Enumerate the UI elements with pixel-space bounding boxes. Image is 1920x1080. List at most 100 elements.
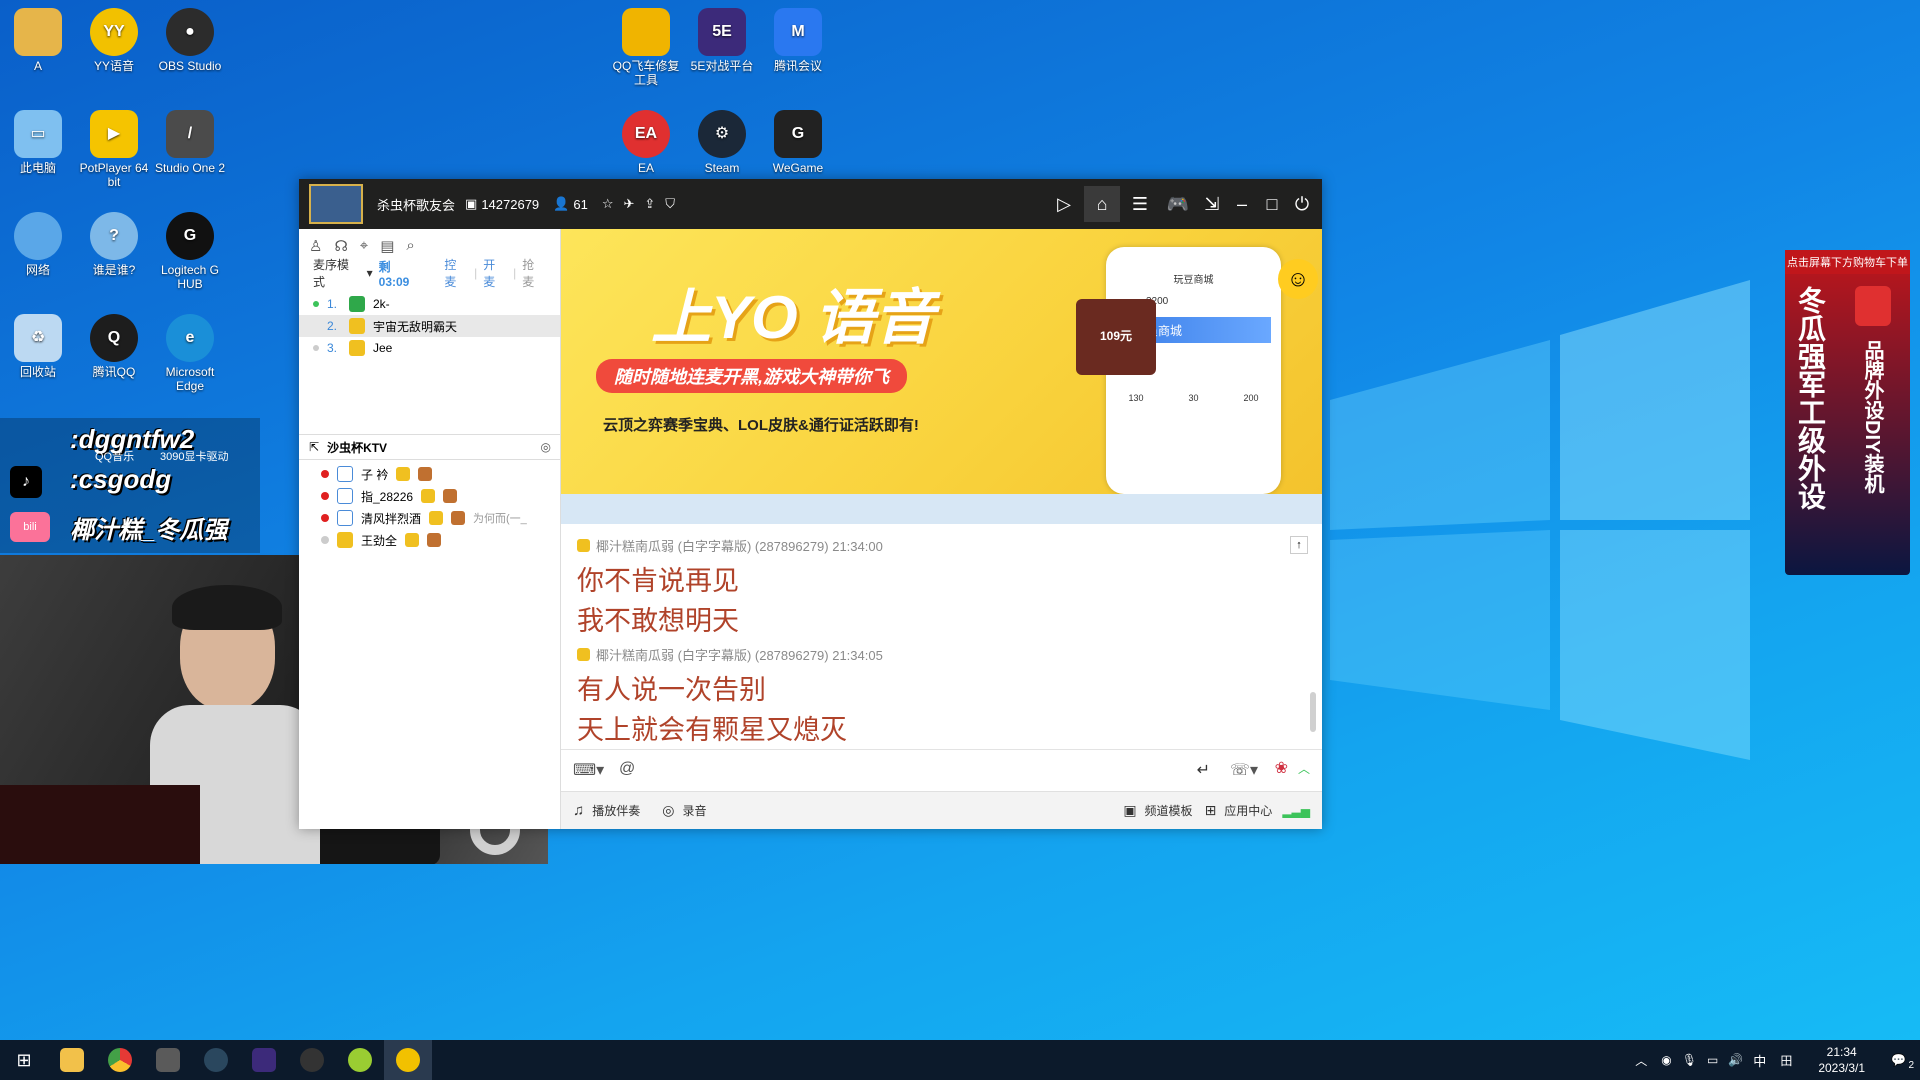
scroll-top-icon[interactable]: ↑ [1290,536,1308,554]
desktop-icon-qq[interactable]: Q 腾讯QQ [76,310,152,379]
ime-indicator[interactable]: 中 [1753,1051,1766,1070]
desktop-icon-potplayer[interactable]: ▶ PotPlayer 64 bit [76,106,152,189]
mic-icon[interactable]: 🎙 [1682,1053,1697,1067]
queue-item[interactable]: 3. Jee [299,337,560,359]
app-center-button[interactable]: 应用中心 [1224,802,1272,819]
record-button[interactable]: 录音 [682,802,706,819]
notification-icon[interactable]: 💬 2 [1891,1053,1914,1071]
chevron-up-icon[interactable]: ︿ [1635,1052,1647,1069]
member-row[interactable]: 子 衿 [299,463,561,485]
desktop-icon-5e[interactable]: 5E 5E对战平台 [684,4,760,73]
yy-titlebar[interactable]: 杀虫杯歌友会 ▣ 14272679 👤 61 ☆ ✈ ⇪ ⛉ ▷ ⌂ ☰ 🎮 ⇲… [299,179,1322,229]
network-icon[interactable]: ▭ [1707,1053,1718,1067]
taskbar-steam[interactable] [192,1040,240,1080]
plane-icon[interactable]: ✈ [623,196,634,212]
enter-icon[interactable]: ↵ [1197,760,1210,780]
desktop-icon-ghub[interactable]: G Logitech G HUB [152,208,228,291]
taskbar-studio-one[interactable] [144,1040,192,1080]
mention-icon[interactable]: @ [619,760,635,778]
gamepad-emoji-icon[interactable]: ⌨▾ [573,760,604,780]
subchannel-header[interactable]: ⇱ 沙虫杯KTV ◎ [299,434,561,460]
taskbar-chrome[interactable] [96,1040,144,1080]
mic-action-grab[interactable]: 抢麦 [522,256,546,290]
chat-scrollbar[interactable] [1310,692,1316,732]
notes-icon[interactable]: ▤ [380,237,394,255]
desktop-icon-recycle[interactable]: ♻ 回收站 [0,310,76,379]
stream-overlay: :dggntfw2 :csgodg 椰汁糕_冬瓜强 ♪ bili QQ音乐 30… [0,418,260,553]
shield-icon[interactable]: ⛉ [665,196,675,212]
clock[interactable]: 21:34 2023/3/1 [1818,1044,1865,1076]
desktop-icon-yy[interactable]: YY YY语音 [76,4,152,73]
location-pin-icon[interactable]: ◎ [541,440,551,454]
queue-item[interactable]: 2. 宇宙无敌明霸天 [299,315,560,337]
channel-avatar[interactable] [309,184,363,224]
star-icon[interactable]: ☆ [602,196,614,212]
taskbar-obs[interactable] [288,1040,336,1080]
mic-action-control[interactable]: 控麦 [444,256,468,290]
desktop-icon-steam[interactable]: ⚙ Steam [684,106,760,175]
taskbar-5e[interactable] [240,1040,288,1080]
video-icon[interactable]: ▷ [1046,186,1082,222]
steam-tray-icon[interactable]: ◉ [1661,1053,1671,1067]
minimize-icon[interactable]: – [1228,186,1256,222]
shop-ad-banner[interactable]: 点击屏幕下方购物车下单 冬瓜强军工级外设 品牌外设DIY装机 [1785,250,1910,575]
search-icon[interactable]: ⌕ [406,237,414,255]
headset-icon[interactable]: ☊ [334,237,347,255]
desktop-icon-who[interactable]: ? 谁是谁? [76,208,152,277]
play-music-button[interactable]: 播放伴奏 [592,802,640,819]
channel-template-button[interactable]: 频道模板 [1145,802,1193,819]
exit-icon[interactable]: ⇱ [309,440,319,454]
message-sender: 椰汁糕南瓜弱 (白字字幕版) (287896279) 21:34:05 [596,648,883,663]
queue-num: 3. [327,341,338,355]
computer-icon: ▭ [14,110,62,158]
home-icon[interactable]: ⌂ [1084,186,1120,222]
apps-grid-icon[interactable]: ⊞ [1205,802,1217,819]
chat-message: 椰汁糕南瓜弱 (白字字幕版) (287896279) 21:34:05 有人说一… [577,645,1306,750]
badge-icon [443,489,458,503]
qq-penguin-icon: Q [90,314,138,362]
volume-icon[interactable]: 🔊 [1728,1053,1743,1067]
desktop-icon-tencent-meeting[interactable]: M 腾讯会议 [760,4,836,73]
record-icon[interactable]: ◎ [662,802,674,819]
member-name: 清风拌烈酒 [361,511,422,526]
desktop-icon-edge[interactable]: e Microsoft Edge [152,310,228,393]
member-row[interactable]: 清风拌烈酒 为何而(一_ [299,507,561,529]
list-icon[interactable]: ☰ [1122,186,1158,222]
keyboard-icon[interactable]: 田 [1780,1052,1792,1069]
member-row[interactable]: 指_28226 [299,485,561,507]
taskbar-xbox[interactable] [336,1040,384,1080]
taskbar-explorer[interactable] [48,1040,96,1080]
meeting-icon: M [774,8,822,56]
desktop-icon-qqspeed[interactable]: QQ飞车修复工具 [608,4,684,87]
member-row[interactable]: 王劲全 [299,529,561,551]
start-button[interactable]: ⊞ [0,1040,48,1080]
desktop-icon-this-pc[interactable]: ▭ 此电脑 [0,106,76,175]
mode-dropdown[interactable]: 麦序模式 [313,256,361,290]
comment-icon[interactable]: ☏▾ [1230,760,1258,780]
queue-item[interactable]: 1. 2k- [299,293,560,315]
desktop-icon-studio-one[interactable]: / Studio One 2 [152,106,228,175]
collapse-icon[interactable]: ︿ [1298,760,1310,777]
wegame-icon: G [774,110,822,158]
desktop-icon-network[interactable]: 网络 [0,208,76,277]
download-icon[interactable]: ⇲ [1198,186,1226,222]
location-icon[interactable]: ⌖ [360,237,368,255]
desktop-icon-a[interactable]: A [0,4,76,73]
person-icon[interactable]: ♙ [309,237,322,255]
music-icon[interactable]: ♫ [573,802,584,819]
rose-icon[interactable]: ❀ [1275,758,1288,778]
chat-input-bar[interactable]: ⌨▾ @ ↵ ☏▾ ❀ ︿ [561,749,1322,791]
mic-action-open[interactable]: 开麦 [483,256,507,290]
template-icon[interactable]: ▣ [1123,802,1136,819]
taskbar-yy[interactable] [384,1040,432,1080]
system-tray: ︿ ◉ 🎙 ▭ 🔊 中 田 21:34 2023/3/1 💬 2 [1635,1040,1920,1080]
gamepad-icon[interactable]: 🎮 [1160,186,1196,222]
desktop-icon-ea[interactable]: EA EA [608,106,684,175]
share-icon[interactable]: ⇪ [644,196,655,212]
desktop-icon-obs[interactable]: ● OBS Studio [152,4,228,73]
desktop-icon-wegame[interactable]: G WeGame [760,106,836,175]
gift-box: 109元 [1076,299,1156,375]
promo-banner[interactable]: 上YO 语音 随时随地连麦开黑,游戏大神带你飞 云顶之弈赛季宝典、LOL皮肤&通… [561,229,1322,494]
power-icon[interactable]: ⏻ [1288,186,1316,222]
maximize-icon[interactable]: □ [1258,186,1286,222]
